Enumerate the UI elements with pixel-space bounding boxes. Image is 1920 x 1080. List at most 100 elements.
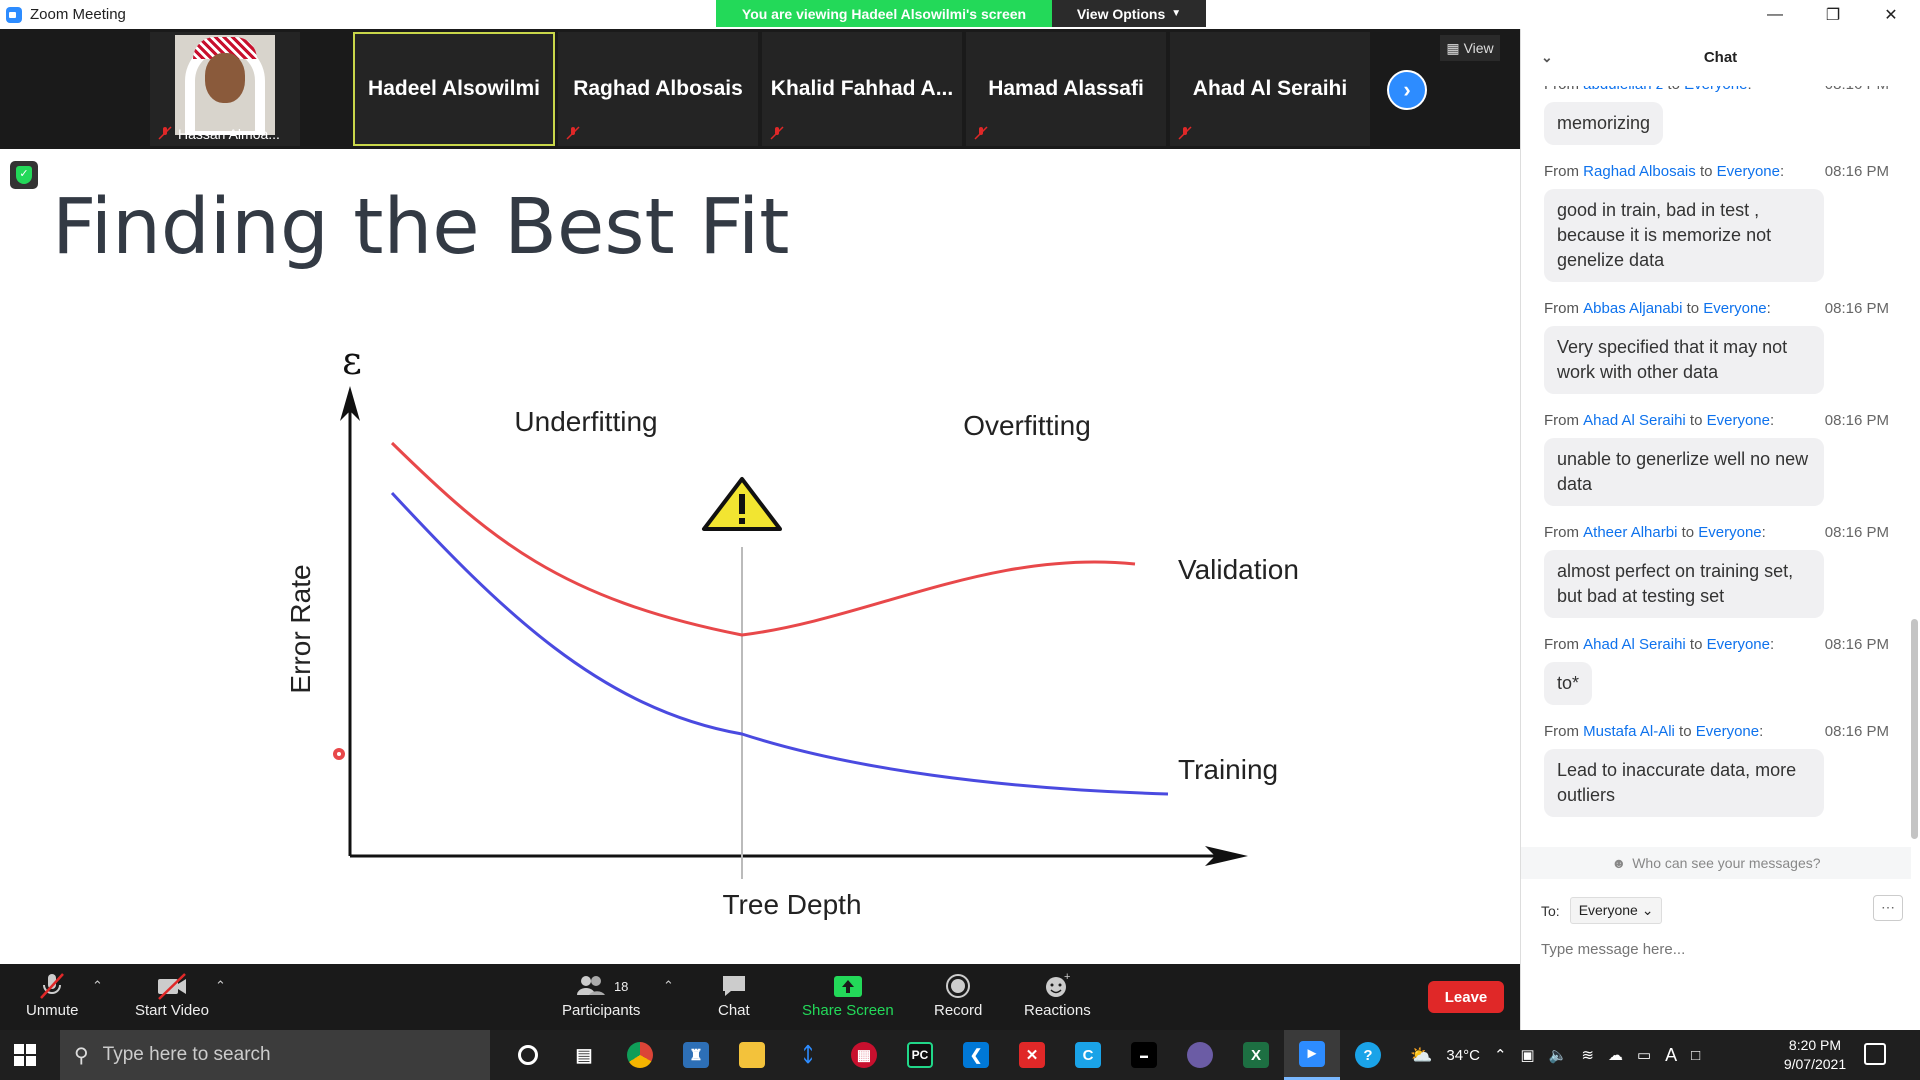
message-time: 08:16 PM xyxy=(1824,411,1889,429)
chat-message: From Ahad Al Seraihi to Everyone:08:16 P… xyxy=(1544,408,1911,520)
help-icon[interactable]: ? xyxy=(1340,1030,1396,1080)
chat-button[interactable]: Chat xyxy=(718,970,750,1019)
start-video-button[interactable]: Start Video xyxy=(135,970,209,1019)
leave-button[interactable]: Leave xyxy=(1428,981,1504,1013)
participants-options-caret[interactable]: ⌃ xyxy=(663,978,674,994)
window-controls: — ❐ ✕ xyxy=(1746,0,1920,29)
record-label: Record xyxy=(934,1002,983,1019)
audio-options-caret[interactable]: ⌃ xyxy=(92,978,103,994)
overfitting-label: Overfitting xyxy=(963,410,1091,441)
message-time: 08:16 PM xyxy=(1824,523,1889,541)
recipient-name[interactable]: Everyone xyxy=(1684,86,1747,93)
participants-button[interactable]: 18 Participants xyxy=(562,970,640,1019)
app-icon[interactable]: C xyxy=(1060,1030,1116,1080)
share-screen-button[interactable]: Share Screen xyxy=(802,970,894,1019)
notification-icon[interactable] xyxy=(1864,1043,1886,1065)
restore-button[interactable]: ❐ xyxy=(1804,0,1862,29)
y-axis-label: Error Rate xyxy=(285,564,316,693)
unmute-button[interactable]: Unmute xyxy=(26,970,79,1019)
muted-mic-icon xyxy=(770,126,784,140)
minimize-button[interactable]: — xyxy=(1746,0,1804,29)
message-time: 08:16 PM xyxy=(1825,86,1889,93)
participant-tile[interactable]: Hassan Almoa... xyxy=(150,32,300,146)
note-icon[interactable]: □ xyxy=(1691,1047,1700,1064)
sender-name[interactable]: Ahad Al Seraihi xyxy=(1583,412,1686,429)
recipient-name[interactable]: Everyone xyxy=(1696,723,1759,740)
message-meta: From Ahad Al Seraihi to Everyone:08:16 P… xyxy=(1544,411,1889,429)
close-button[interactable]: ✕ xyxy=(1862,0,1920,29)
from-prefix: From xyxy=(1544,299,1579,317)
view-options-button[interactable]: View Options ▼ xyxy=(1052,0,1206,27)
ime-icon[interactable]: A xyxy=(1665,1045,1677,1066)
chat-message-list[interactable]: From abdulellah z to Everyone:08:16 PM me… xyxy=(1521,86,1911,846)
recipient-select[interactable]: Everyone ⌄ xyxy=(1569,897,1663,924)
recipient-name[interactable]: Everyone xyxy=(1698,524,1761,541)
recipient-name[interactable]: Everyone xyxy=(1703,300,1766,317)
shared-screen: ✓ Finding the Best Fit ε Error Rate Tree… xyxy=(0,149,1520,964)
sender-name[interactable]: Abbas Aljanabi xyxy=(1583,300,1682,317)
window-title: Zoom Meeting xyxy=(30,6,126,23)
muted-mic-icon xyxy=(158,126,172,140)
recipient-name[interactable]: Everyone xyxy=(1717,163,1780,180)
sender-name[interactable]: abdulellah z xyxy=(1583,86,1663,93)
chat-scrollbar[interactable] xyxy=(1911,619,1918,839)
windows-start-icon[interactable] xyxy=(14,1044,36,1066)
pycharm-icon[interactable]: PC xyxy=(892,1030,948,1080)
app-icon[interactable]: ✕ xyxy=(1004,1030,1060,1080)
sender-name[interactable]: Raghad Albosais xyxy=(1583,163,1696,180)
recipient-name[interactable]: Everyone xyxy=(1707,412,1770,429)
participant-tile[interactable]: Hamad Alassafi xyxy=(966,32,1166,146)
sender-name[interactable]: Atheer Alharbi xyxy=(1583,524,1677,541)
cortana-icon[interactable] xyxy=(500,1030,556,1080)
onedrive-icon[interactable]: ☁ xyxy=(1608,1046,1623,1064)
excel-icon[interactable]: X xyxy=(1228,1030,1284,1080)
recipient-name[interactable]: Everyone xyxy=(1707,636,1770,653)
chrome-icon[interactable] xyxy=(612,1030,668,1080)
more-options-button[interactable]: ⋯ xyxy=(1873,895,1903,921)
message-input[interactable] xyxy=(1541,929,1901,969)
unmute-label: Unmute xyxy=(26,1002,79,1019)
taskbar-search[interactable]: ⚲ Type here to search xyxy=(60,1030,490,1080)
participant-tile[interactable]: Khalid Fahhad A... xyxy=(762,32,962,146)
weather-icon[interactable]: ⛅ xyxy=(1410,1045,1432,1066)
gallery-view-button[interactable]: ▦ View xyxy=(1440,35,1500,61)
recipient-row: To: Everyone ⌄ xyxy=(1541,897,1663,924)
message-bubble: Lead to inaccurate data, more outliers xyxy=(1544,749,1824,817)
chevron-down-icon[interactable]: ⌄ xyxy=(1541,49,1553,66)
clock[interactable]: 8:20 PM 9/07/2021 xyxy=(1765,1036,1865,1074)
chevron-up-icon[interactable]: ⌃ xyxy=(1494,1046,1507,1064)
next-page-button[interactable]: › xyxy=(1387,70,1427,110)
clock-date: 9/07/2021 xyxy=(1783,1056,1847,1072)
file-explorer-icon[interactable] xyxy=(724,1030,780,1080)
participant-name: Hadeel Alsowilmi xyxy=(368,77,540,100)
participant-tile[interactable]: Raghad Albosais xyxy=(558,32,758,146)
message-meta: From abdulellah z to Everyone:08:16 PM xyxy=(1544,86,1911,96)
wifi-icon[interactable]: ≋ xyxy=(1581,1046,1594,1064)
participant-tile-active[interactable]: Hadeel Alsowilmi xyxy=(353,32,555,146)
participant-tile[interactable]: Ahad Al Seraihi xyxy=(1170,32,1370,146)
battery-icon[interactable]: ▭ xyxy=(1637,1046,1651,1064)
app-icon[interactable] xyxy=(1172,1030,1228,1080)
video-options-caret[interactable]: ⌃ xyxy=(215,978,226,994)
who-can-see-link[interactable]: ☻ Who can see your messages? xyxy=(1521,847,1911,879)
chat-message: From abdulellah z to Everyone:08:16 PM me… xyxy=(1544,86,1911,159)
tray-app-icon[interactable]: ▣ xyxy=(1521,1046,1535,1064)
task-view-icon[interactable]: ▤ xyxy=(556,1030,612,1080)
message-time: 08:16 PM xyxy=(1824,299,1889,317)
zoom-taskbar-icon[interactable]: ► xyxy=(1284,1030,1340,1080)
vscode-icon[interactable]: ❮ xyxy=(948,1030,1004,1080)
viewing-text: You are viewing Hadeel Alsowilmi's scree… xyxy=(741,5,1027,22)
sender-name[interactable]: Mustafa Al-Ali xyxy=(1583,723,1675,740)
temperature[interactable]: 34°C xyxy=(1446,1047,1480,1064)
sender-name[interactable]: Ahad Al Seraihi xyxy=(1583,636,1686,653)
record-button[interactable]: Record xyxy=(934,970,982,1019)
reactions-button[interactable]: + Reactions xyxy=(1024,970,1091,1019)
bluetooth-icon[interactable]: ᛨ xyxy=(780,1030,836,1080)
chat-label: Chat xyxy=(718,1002,750,1019)
app-icon[interactable]: ▬ xyxy=(1116,1030,1172,1080)
share-screen-label: Share Screen xyxy=(802,1002,894,1019)
app-icon[interactable]: ▦ xyxy=(836,1030,892,1080)
app-icon[interactable]: ♜ xyxy=(668,1030,724,1080)
muted-mic-icon xyxy=(1178,126,1192,140)
volume-icon[interactable]: 🔈 xyxy=(1549,1046,1568,1064)
